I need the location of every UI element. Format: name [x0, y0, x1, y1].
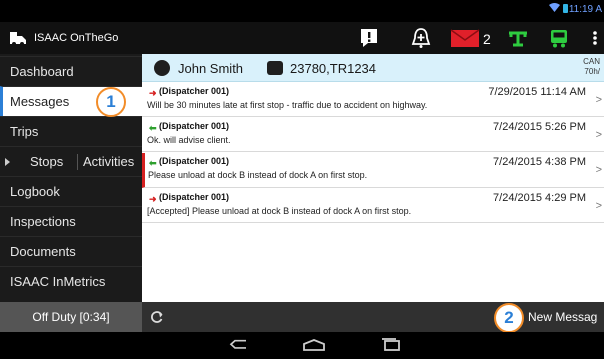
messages-panel: John Smith 23780,TR1234 CAN 70h/ ➜ (Disp…	[142, 54, 604, 302]
truck-icon[interactable]	[548, 27, 570, 49]
vehicle-icon	[267, 61, 283, 75]
sidebar-item-label: Messages	[10, 94, 70, 109]
sidebar-item-dashboard[interactable]: Dashboard	[0, 56, 142, 86]
message-sender: (Dispatcher 001)	[159, 192, 230, 202]
chevron-right-icon: >	[595, 94, 602, 106]
sidebar-item-inspections[interactable]: Inspections	[0, 206, 142, 236]
message-sender: (Dispatcher 001)	[159, 156, 230, 166]
chevron-right-icon: >	[595, 164, 602, 176]
status-bar: 11:19 A	[0, 0, 604, 22]
sidebar-item-activities[interactable]: Activities	[83, 147, 134, 177]
message-date: 7/29/2015 11:14 AM	[488, 86, 586, 98]
isaac-logo-icon	[10, 32, 26, 46]
contact-header: John Smith 23780,TR1234 CAN 70h/	[142, 54, 604, 82]
alert-icon[interactable]	[358, 27, 380, 49]
sidebar-item-documents[interactable]: Documents	[0, 236, 142, 266]
sidebar-item-label: ISAAC InMetrics	[10, 274, 106, 289]
message-sender: (Dispatcher 001)	[159, 86, 230, 96]
chevron-right-icon: >	[595, 129, 602, 141]
message-date: 7/24/2015 4:38 PM	[493, 156, 586, 168]
message-row[interactable]: ➜ (Dispatcher 001) 7/24/2015 4:29 PM [Ac…	[142, 189, 604, 223]
sidebar-item-isaac-inmetrics[interactable]: ISAAC InMetrics	[0, 266, 142, 296]
message-row[interactable]: ➜ (Dispatcher 001) 7/29/2015 11:14 AM Wi…	[142, 83, 604, 117]
battery-icon	[563, 4, 568, 13]
app-bar: ISAAC OnTheGo 2	[0, 22, 604, 54]
cycle-line-1: CAN	[583, 57, 600, 66]
cycle-info: CAN 70h/	[583, 57, 600, 77]
cycle-line-2: 70h/	[584, 67, 600, 76]
chevron-right-icon: >	[595, 200, 602, 212]
refresh-icon[interactable]	[150, 310, 164, 324]
driver-name: John Smith	[178, 61, 244, 76]
new-message-button[interactable]: New Messag	[528, 310, 597, 324]
incoming-arrow-icon: ⬅	[149, 123, 157, 133]
message-row[interactable]: ⬅ (Dispatcher 001) 7/24/2015 5:26 PM Ok.…	[142, 118, 604, 152]
outgoing-arrow-icon: ➜	[149, 88, 157, 98]
message-sender: (Dispatcher 001)	[159, 121, 230, 131]
sidebar-item-label: Inspections	[10, 214, 76, 229]
expand-arrow-icon[interactable]	[5, 158, 10, 166]
bell-icon[interactable]	[410, 27, 432, 49]
sidebar-item-label: Documents	[10, 244, 76, 259]
sidebar-item-label: Dashboard	[10, 64, 74, 79]
mail-icon[interactable]	[450, 27, 480, 49]
sidebar-item-label: Trips	[10, 124, 39, 139]
sidebar-item-stops-activities: Stops Activities	[0, 146, 142, 176]
app-title: ISAAC OnTheGo	[34, 32, 119, 44]
system-nav-bar	[0, 332, 604, 359]
sidebar-item-stops[interactable]: Stops	[30, 147, 63, 177]
clock: 11:19 A	[568, 4, 602, 15]
message-date: 7/24/2015 4:29 PM	[493, 192, 586, 204]
incoming-arrow-icon: ⬅	[149, 158, 157, 168]
outgoing-arrow-icon: ➜	[149, 194, 157, 204]
message-body: Ok. will advise client.	[147, 135, 231, 145]
hos-icon[interactable]	[506, 27, 530, 49]
wifi-icon	[549, 3, 560, 12]
recents-icon[interactable]	[380, 338, 402, 352]
overflow-icon[interactable]	[592, 27, 598, 49]
message-date: 7/24/2015 5:26 PM	[493, 121, 586, 133]
back-icon[interactable]	[228, 338, 250, 352]
divider	[77, 154, 78, 170]
unread-count-badge: 2	[483, 31, 491, 47]
sidebar-item-trips[interactable]: Trips	[0, 116, 142, 146]
home-icon[interactable]	[302, 338, 326, 352]
message-row[interactable]: ⬅ (Dispatcher 001) 7/24/2015 4:38 PM Ple…	[142, 153, 604, 188]
vehicle-id: 23780,TR1234	[290, 61, 377, 76]
message-body: Will be 30 minutes late at first stop - …	[147, 100, 428, 110]
user-icon	[154, 60, 170, 76]
sidebar-item-label: Logbook	[10, 184, 60, 199]
sidebar-item-logbook[interactable]: Logbook	[0, 176, 142, 206]
message-body: [Accepted] Please unload at dock B inste…	[147, 206, 412, 216]
callout-badge: 2	[494, 303, 524, 333]
duty-status-button[interactable]: Off Duty [0:34]	[0, 302, 142, 332]
message-body: Please unload at dock B instead of dock …	[148, 170, 368, 180]
callout-badge: 1	[96, 87, 126, 117]
